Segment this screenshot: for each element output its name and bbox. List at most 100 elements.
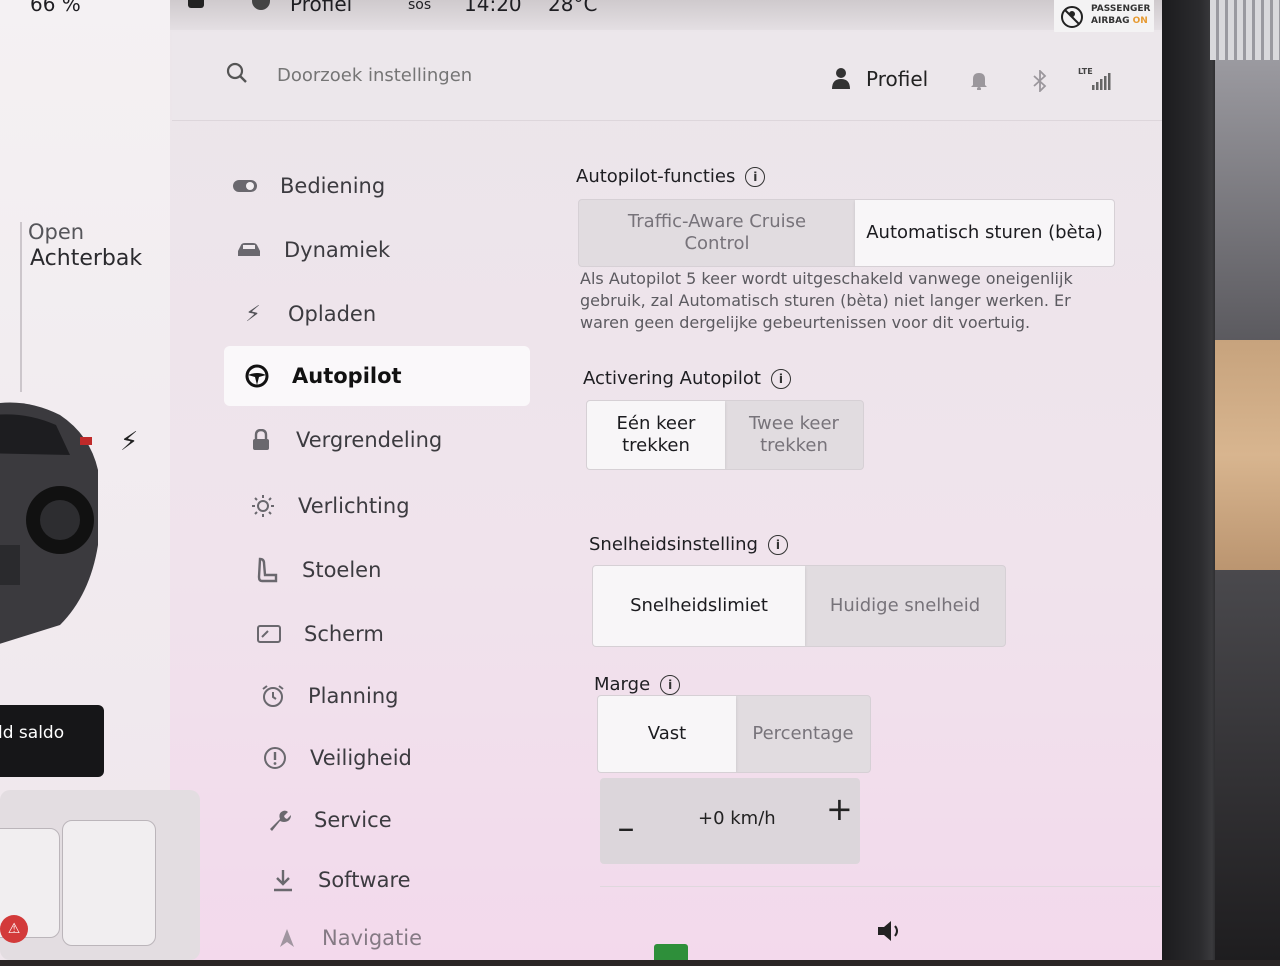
info-icon[interactable]: i xyxy=(770,368,791,389)
section-title: Activering Autopilot xyxy=(583,368,761,389)
alarm-clock-icon xyxy=(260,683,286,709)
section-title-activation: Activering Autopilot i xyxy=(583,368,791,389)
airbag-prefix: AIRBAG xyxy=(1091,16,1130,26)
section-title: Autopilot-functies xyxy=(576,166,736,187)
profile-button[interactable]: Profiel xyxy=(866,67,928,91)
outside-temperature: 28°C xyxy=(548,0,598,16)
car-panel: Open Achterbak ⚡ ld saldo ⚠ xyxy=(0,0,200,960)
info-icon[interactable]: i xyxy=(767,534,788,555)
option-twee-keer-trekken[interactable]: Twee keer trekken xyxy=(725,401,863,469)
nav-label: Stoelen xyxy=(302,558,382,582)
nav-item-navigatie[interactable]: Navigatie xyxy=(274,910,574,966)
option-traffic-aware-cruise-control[interactable]: Traffic-Aware Cruise Control xyxy=(579,200,855,266)
nav-label: Opladen xyxy=(288,302,377,326)
nav-label: Scherm xyxy=(304,622,384,646)
steering-wheel-icon xyxy=(244,363,270,389)
balance-button[interactable]: ld saldo xyxy=(0,705,104,777)
speed-setting-selector: Snelheidslimiet Huidige snelheid xyxy=(592,565,1006,647)
trunk-name-label[interactable]: Achterbak xyxy=(30,246,142,271)
section-title: Snelheidsinstelling xyxy=(589,534,758,555)
bolt-icon: ⚡ xyxy=(245,301,261,327)
search-icon[interactable] xyxy=(226,62,248,84)
divider xyxy=(600,886,1160,887)
settings-nav: Bediening Dynamiek ⚡ Opladen Autopilot V… xyxy=(222,152,542,960)
profile-status-icon xyxy=(252,0,270,10)
wrench-icon xyxy=(266,807,292,833)
airbag-warning-icon: ⚠ xyxy=(0,915,28,943)
activation-selector: Eén keer trekken Twee keer trekken xyxy=(586,400,864,470)
nav-item-software[interactable]: Software xyxy=(270,852,570,908)
bluetooth-icon[interactable] xyxy=(1032,70,1048,92)
sos-button[interactable]: sos xyxy=(408,0,431,13)
decrease-button[interactable]: – xyxy=(614,808,638,848)
option-snelheidslimiet[interactable]: Snelheidslimiet xyxy=(593,566,805,646)
status-bar: 66 % Profiel sos 14:20 28°C xyxy=(30,0,1162,30)
section-title-autopilot-functions: Autopilot-functies i xyxy=(576,166,766,187)
wood-trim xyxy=(1215,340,1280,570)
notification-bell-icon[interactable] xyxy=(970,70,988,90)
download-icon xyxy=(270,867,296,893)
nav-label: Service xyxy=(314,808,392,832)
lock-status-icon[interactable] xyxy=(188,0,204,8)
info-icon[interactable]: i xyxy=(745,166,766,187)
nav-item-stoelen[interactable]: Stoelen xyxy=(254,542,554,598)
increase-button[interactable]: + xyxy=(826,790,853,828)
margin-selector: Vast Percentage xyxy=(597,695,871,773)
speed-offset-value: +0 km/h xyxy=(698,808,776,829)
option-een-keer-trekken[interactable]: Eén keer trekken xyxy=(587,401,725,469)
nav-label: Planning xyxy=(308,684,399,708)
nav-label: Bediening xyxy=(280,174,386,198)
info-icon[interactable]: i xyxy=(660,674,681,695)
nav-item-scherm[interactable]: Scherm xyxy=(256,606,556,662)
nav-item-opladen[interactable]: ⚡ Opladen xyxy=(240,286,540,342)
nav-label: Dynamiek xyxy=(284,238,391,262)
navigation-icon xyxy=(274,925,300,951)
status-profile[interactable]: Profiel xyxy=(290,0,352,16)
signal-strength-icon xyxy=(1092,73,1111,90)
nav-item-verlichting[interactable]: Verlichting xyxy=(250,478,550,534)
car-rear-image xyxy=(0,402,98,644)
charge-bolt-icon: ⚡ xyxy=(120,427,139,457)
option-vast[interactable]: Vast xyxy=(598,696,736,772)
speed-offset-stepper: – +0 km/h + xyxy=(600,778,860,864)
option-automatisch-sturen[interactable]: Automatisch sturen (bèta) xyxy=(855,200,1114,266)
seat-rear-middle[interactable] xyxy=(62,820,156,946)
airbag-label: PASSENGER xyxy=(1091,4,1151,14)
nav-label: Navigatie xyxy=(322,926,423,950)
battery-level: 66 % xyxy=(30,0,81,16)
nav-label: Veiligheid xyxy=(310,746,412,770)
option-percentage[interactable]: Percentage xyxy=(736,696,870,772)
sun-icon xyxy=(250,493,276,519)
autopilot-description: Als Autopilot 5 keer wordt uitgeschakeld… xyxy=(580,269,1073,332)
trunk-status-label[interactable]: Open xyxy=(28,220,84,244)
nav-label: Verlichting xyxy=(298,494,410,518)
alert-circle-icon xyxy=(262,745,288,771)
car-icon xyxy=(236,237,262,263)
bottom-bar-indicator[interactable] xyxy=(654,944,688,960)
touchscreen: Open Achterbak ⚡ ld saldo ⚠ 66 % Profiel… xyxy=(0,0,1162,960)
section-title-speed-setting: Snelheidsinstelling i xyxy=(589,534,788,555)
seat-overview xyxy=(0,790,200,960)
search-input[interactable] xyxy=(275,64,699,87)
nav-item-service[interactable]: Service xyxy=(266,792,566,848)
section-title-margin: Marge i xyxy=(594,674,681,695)
option-huidige-snelheid[interactable]: Huidige snelheid xyxy=(805,566,1005,646)
nav-item-veiligheid[interactable]: Veiligheid xyxy=(262,730,562,786)
nav-item-vergrendeling[interactable]: Vergrendeling xyxy=(248,412,548,468)
nav-item-autopilot[interactable]: Autopilot xyxy=(224,346,530,406)
dashboard-panel xyxy=(1215,60,1280,340)
dashboard-panel-lower xyxy=(1215,570,1280,960)
nav-item-dynamiek[interactable]: Dynamiek xyxy=(236,222,536,278)
air-vent xyxy=(1210,0,1280,60)
display-icon xyxy=(256,621,282,647)
nav-item-bediening[interactable]: Bediening xyxy=(232,158,532,214)
lock-icon xyxy=(248,427,274,453)
toggle-icon xyxy=(232,173,258,199)
section-title: Marge xyxy=(594,674,651,695)
nav-item-planning[interactable]: Planning xyxy=(260,668,560,724)
profile-icon[interactable] xyxy=(832,67,850,89)
nav-label: Vergrendeling xyxy=(296,428,443,452)
autopilot-functions-selector: Traffic-Aware Cruise Control Automatisch… xyxy=(578,199,1115,267)
nav-label: Autopilot xyxy=(292,364,402,388)
volume-icon[interactable] xyxy=(876,918,904,944)
